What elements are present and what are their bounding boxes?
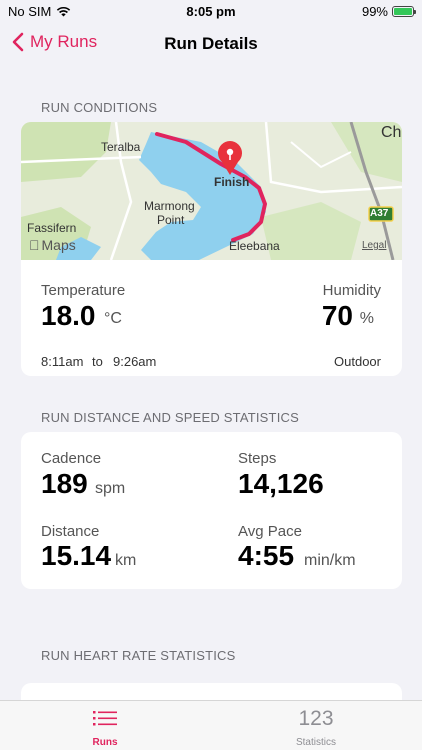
steps-label: Steps [238, 450, 277, 467]
cadence-value: 189 [41, 468, 88, 499]
map-label-fassifern: Fassifern [27, 221, 77, 235]
battery-percent: 99% [361, 4, 388, 19]
run-conditions-header: RUN CONDITIONS [41, 100, 158, 115]
tab-runs-label: Runs [92, 737, 118, 748]
numbers-icon: 123 [298, 707, 334, 730]
distance-unit: km [115, 552, 137, 569]
map-legal-link[interactable]: Legal [362, 240, 386, 251]
humidity-value: 70 [321, 300, 353, 331]
navigation-bar: My Runs Run Details [0, 26, 422, 62]
map-label-ch: Ch [381, 124, 402, 141]
apple-maps-logo:  Maps [29, 237, 76, 253]
distance-speed-card: Cadence 189 spm Steps 14,126 Distance 15… [21, 432, 402, 589]
finish-pin-icon [218, 141, 242, 175]
map-label-marmong: Marmong [144, 199, 195, 213]
heart-rate-header: RUN HEART RATE STATISTICS [41, 648, 236, 663]
run-conditions-card: Teralba Finish Marmong Point Fassifern E… [21, 122, 402, 376]
tab-runs[interactable]: Runs [45, 701, 165, 750]
road-badge-label: A37 [370, 208, 389, 219]
battery-icon [392, 6, 416, 17]
distance-label: Distance [41, 523, 100, 540]
status-bar: No SIM 8:05 pm 99% [0, 0, 422, 24]
temperature-unit: °C [104, 310, 122, 327]
time-range-separator: to [92, 354, 103, 369]
temperature-label: Temperature [41, 282, 126, 299]
steps-value: 14,126 [238, 468, 324, 499]
location-type: Outdoor [334, 354, 381, 369]
temperature-value: 18.0 [41, 300, 96, 331]
status-time: 8:05 pm [186, 4, 236, 19]
humidity-unit: % [359, 310, 374, 327]
tab-bar: Runs 123 Statistics [0, 700, 422, 750]
map-graphic [21, 122, 402, 260]
distance-speed-header: RUN DISTANCE AND SPEED STATISTICS [41, 410, 299, 425]
map-label-finish: Finish [214, 175, 250, 189]
map-label-point: Point [157, 213, 185, 227]
humidity-label: Humidity [322, 282, 381, 299]
tab-statistics[interactable]: 123 Statistics [256, 701, 376, 750]
avg-pace-value: 4:55 [238, 540, 295, 571]
avg-pace-unit: min/km [304, 552, 356, 569]
map-label-eleebana: Eleebana [229, 239, 280, 253]
map-label-teralba: Teralba [101, 140, 141, 154]
apple-logo-icon:  [29, 237, 40, 253]
cadence-label: Cadence [41, 450, 102, 467]
cadence-unit: spm [95, 480, 126, 497]
avg-pace-label: Avg Pace [238, 523, 302, 540]
status-right: 99% [361, 4, 416, 19]
tab-statistics-label: Statistics [295, 737, 336, 748]
run-end-time: 9:26am [113, 354, 157, 369]
run-start-time: 8:11am [41, 354, 84, 369]
route-map[interactable]: Teralba Finish Marmong Point Fassifern E… [21, 122, 402, 260]
list-icon [93, 711, 117, 726]
distance-value: 15.14 [41, 540, 112, 571]
page-title: Run Details [164, 34, 258, 53]
